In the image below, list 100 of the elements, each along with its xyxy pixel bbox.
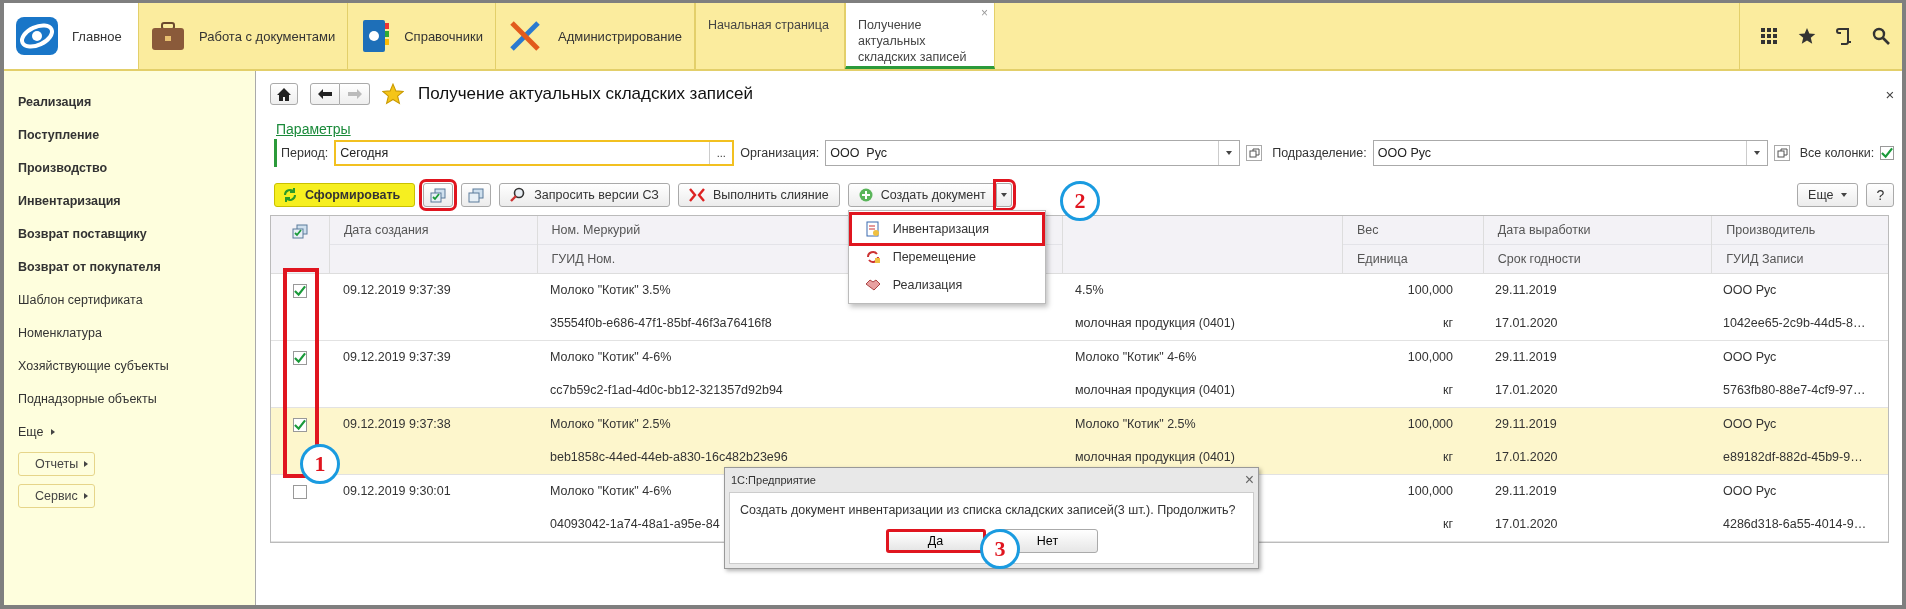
merge-arrows-icon — [688, 188, 705, 202]
table-cell: 29.11.2019 — [1495, 350, 1557, 364]
field-label: Все колонки: — [1799, 146, 1875, 160]
table-cell: beb1858c-44ed-44eb-a830-16c482b23e96 — [550, 450, 788, 464]
parameters-link[interactable]: Параметры — [276, 121, 351, 137]
sidebar-item[interactable]: Шаблон сертификата — [18, 283, 255, 316]
section-tab[interactable]: Администрирование — [496, 3, 695, 69]
check-all-icon — [291, 224, 308, 239]
home-button[interactable] — [270, 83, 298, 105]
address-book-icon — [360, 19, 391, 53]
page-tab[interactable]: Получение актуальных складских записей × — [844, 3, 995, 69]
column-header[interactable]: ГУИД Ном. — [551, 252, 616, 266]
star-icon[interactable] — [382, 83, 404, 105]
toolbar-button[interactable]: Выполнить слияние — [677, 183, 840, 207]
column-header[interactable]: ГУИД Записи — [1726, 252, 1804, 266]
logo-icon — [14, 15, 60, 57]
table-cell: 35554f0b-e686-47f1-85bf-46f3a76416f8 — [550, 316, 772, 330]
star-icon[interactable] — [1798, 27, 1816, 45]
table-cell: 29.11.2019 — [1495, 417, 1557, 431]
close-icon[interactable]: × — [1885, 85, 1895, 103]
checkbox[interactable] — [293, 351, 307, 365]
organization-field[interactable]: ООО Рус — [825, 140, 1241, 166]
table-cell: ООО Рус — [1723, 350, 1777, 364]
table-cell: кг — [1442, 517, 1453, 531]
dialog-button[interactable]: Да — [885, 529, 986, 553]
section-tab[interactable]: Справочники — [348, 3, 496, 69]
sidebar-item[interactable]: Поступление — [18, 118, 255, 151]
refresh-icon — [283, 188, 297, 202]
section-tab[interactable]: Главное — [4, 3, 139, 69]
more-button[interactable]: Еще — [1797, 183, 1859, 207]
period-field[interactable]: Сегодня ... — [334, 140, 735, 166]
copy-button[interactable] — [461, 183, 492, 207]
dialog-title: 1С:Предприятие — [731, 474, 816, 486]
table-cell: 17.01.2020 — [1495, 383, 1558, 397]
table-cell: 100,000 — [1407, 417, 1453, 431]
table-cell: Молоко "Котик" 4-6% — [550, 350, 672, 364]
dialog-message: Создать документ инвентаризации из списка складских записей(3 шт.). Продолжить? — [740, 503, 1237, 517]
table-cell: 100,000 — [1407, 283, 1453, 297]
table-cell: cc7b59c2-f1ad-4d0c-bb12-321357d92b94 — [550, 383, 783, 397]
sidebar-button[interactable]: Сервис — [18, 484, 95, 508]
checkbox[interactable] — [1880, 146, 1895, 160]
checkbox[interactable] — [293, 284, 307, 298]
table-cell: ООО Рус — [1723, 417, 1777, 431]
column-header[interactable]: Срок годности — [1497, 252, 1581, 266]
sidebar-item[interactable]: Поднадзорные объекты — [18, 382, 255, 415]
column-header[interactable]: Дата создания — [343, 223, 429, 237]
column-header[interactable]: Вес — [1357, 223, 1379, 237]
arrows-cycle-icon — [864, 249, 881, 265]
home-icon — [277, 87, 291, 101]
open-icon[interactable] — [1773, 145, 1790, 161]
open-icon[interactable] — [1246, 145, 1263, 161]
menu-item[interactable]: Инвентаризация — [852, 216, 1041, 242]
sidebar-item[interactable]: Возврат от покупателя — [18, 250, 255, 283]
table-cell: 29.11.2019 — [1495, 484, 1557, 498]
column-header[interactable]: Единица — [1357, 252, 1408, 266]
menu-item[interactable]: Перемещение — [852, 244, 1041, 270]
toolbar-button[interactable]: Запросить версии СЗ — [499, 183, 670, 207]
table-cell: молочная продукция (0401) — [1075, 316, 1235, 330]
history-icon[interactable] — [1836, 27, 1852, 45]
apps-grid-icon[interactable] — [1760, 27, 1778, 45]
table-cell: 17.01.2020 — [1495, 450, 1558, 464]
help-button[interactable]: ? — [1866, 183, 1895, 207]
sidebar-item[interactable]: Возврат поставщику — [18, 217, 255, 250]
create-document-button[interactable]: Создать документ — [847, 183, 997, 207]
checkbox[interactable] — [293, 485, 307, 499]
sidebar-button[interactable]: Отчеты — [18, 452, 96, 476]
sidebar-item[interactable]: Номенклатура — [18, 316, 255, 349]
checkbox[interactable] — [293, 418, 307, 432]
table-cell: Молоко "Котик" 2.5% — [550, 417, 671, 431]
field-label: Организация: — [740, 146, 820, 160]
magnifier-icon — [510, 187, 527, 203]
department-field[interactable]: ООО Рус — [1372, 140, 1768, 166]
caret-icon — [1226, 151, 1233, 155]
column-header[interactable]: Производитель — [1726, 223, 1816, 237]
search-icon[interactable] — [1872, 27, 1890, 45]
field-label: Период: — [281, 146, 329, 160]
left-arrow-icon — [318, 89, 332, 99]
table-cell: Молоко "Котик" 4-6% — [550, 484, 672, 498]
sidebar-item[interactable]: Еще — [18, 415, 255, 448]
menu-item[interactable]: Реализация — [852, 272, 1041, 298]
section-tab[interactable]: Работа с документами — [139, 3, 349, 69]
column-header[interactable]: Ном. Меркурий — [551, 223, 641, 237]
sidebar-item[interactable]: Хозяйствующие субъекты — [18, 349, 255, 382]
sidebar-item[interactable]: Производство — [18, 151, 255, 184]
sidebar-item[interactable]: Реализация — [18, 85, 255, 118]
field-label: Подразделение: — [1272, 146, 1367, 160]
plus-circle-icon — [858, 188, 873, 202]
table-cell: 04093042-1a74-48a1-a95e-84 — [550, 517, 720, 531]
right-arrow-icon — [347, 89, 362, 99]
back-button[interactable] — [310, 83, 340, 105]
triangle-icon — [84, 461, 89, 467]
table-cell: 1042ee65-2c9b-44d5-8… — [1723, 316, 1866, 330]
table-cell: 100,000 — [1407, 350, 1453, 364]
table-cell: кг — [1442, 450, 1453, 464]
sidebar-item[interactable]: Инвентаризация — [18, 184, 255, 217]
table-cell: 100,000 — [1407, 484, 1453, 498]
page-tab[interactable]: Начальная страница — [694, 3, 845, 69]
table-cell: 09.12.2019 9:37:38 — [343, 417, 451, 431]
column-header[interactable]: Дата выработки — [1497, 223, 1591, 237]
generate-button[interactable]: Сформировать — [274, 183, 416, 207]
